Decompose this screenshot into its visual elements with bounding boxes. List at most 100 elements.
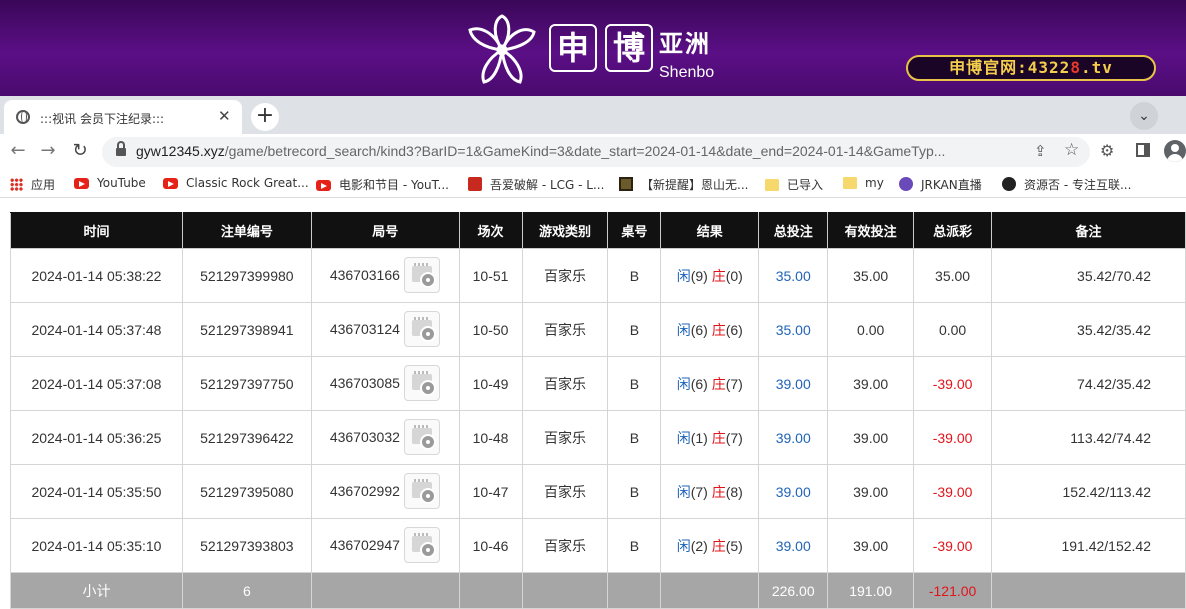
bookmark-star-icon[interactable]: ☆ bbox=[1064, 140, 1079, 160]
col-header: 注单编号 bbox=[181, 212, 312, 249]
bookmark-52pojie[interactable]: 吾爱破解 - LCG - L... bbox=[468, 176, 604, 193]
globe-icon bbox=[16, 110, 30, 124]
cell-table-no: B bbox=[607, 356, 662, 411]
page-content: 时间 注单编号 局号 场次 游戏类别 桌号 结果 总投注 有效投注 总派彩 备注… bbox=[0, 199, 1186, 609]
bookmark-movies[interactable]: 电影和节目 - YouT... bbox=[316, 176, 449, 193]
banker-score: (8) bbox=[725, 483, 743, 500]
ziyuanfou-icon bbox=[1002, 177, 1016, 191]
player-score: (1) bbox=[690, 429, 708, 446]
brand-en: Shenbo bbox=[659, 64, 715, 81]
cell-total-bet: 35.00 bbox=[758, 302, 829, 357]
bookmark-label: my bbox=[865, 176, 884, 190]
player-score: (7) bbox=[690, 483, 708, 500]
cell-game-type: 百家乐 bbox=[521, 410, 609, 465]
bookmark-imported[interactable]: 已导入 bbox=[765, 176, 823, 193]
forward-arrow-icon[interactable]: → bbox=[36, 140, 60, 161]
bookmark-label: Classic Rock Great... bbox=[186, 176, 309, 190]
banker-score: (6) bbox=[725, 321, 743, 338]
subtotal-total: 226.00 bbox=[758, 572, 829, 609]
cell-bet-id: 521297393803 bbox=[181, 518, 312, 573]
cell-total-bet: 39.00 bbox=[758, 464, 829, 519]
site-number: 4322 bbox=[1027, 58, 1071, 77]
bookmark-youtube[interactable]: YouTube bbox=[74, 176, 146, 190]
player-label: 闲 bbox=[676, 429, 691, 446]
video-replay-icon[interactable] bbox=[403, 257, 440, 293]
cell-bet-id: 521297398941 bbox=[181, 302, 312, 357]
browser-tab-active[interactable]: :::视讯 会员下注纪录::: ✕ bbox=[4, 100, 242, 134]
shenbo-logo[interactable]: 申 博 亚洲 Shenbo bbox=[462, 12, 732, 88]
apps-icon bbox=[10, 178, 23, 191]
bookmark-jrkan[interactable]: JRKAN直播 bbox=[899, 176, 982, 193]
cell-payout: -39.00 bbox=[913, 518, 993, 573]
bookmarks-bar: 应用 YouTube Classic Rock Great... 电影和节目 -… bbox=[0, 170, 1186, 198]
cell-total-bet: 35.00 bbox=[758, 248, 829, 303]
share-icon[interactable]: ⇪ bbox=[1034, 142, 1047, 160]
brand-cn: 亚洲 bbox=[659, 30, 711, 58]
col-header: 结果 bbox=[660, 212, 760, 249]
cell-round: 436703166 bbox=[310, 248, 460, 303]
col-header: 备注 bbox=[991, 212, 1186, 249]
empty-cell bbox=[607, 572, 662, 609]
cell-payout: 0.00 bbox=[913, 302, 993, 357]
bookmark-enshan[interactable]: 【新提醒】恩山无... bbox=[619, 176, 748, 193]
brand-box-shen: 申 bbox=[549, 24, 597, 72]
back-arrow-icon[interactable]: ← bbox=[6, 140, 30, 161]
bookmark-ziyuanfou[interactable]: 资源否 - 专注互联... bbox=[1002, 176, 1131, 193]
bookmark-classic-rock[interactable]: Classic Rock Great... bbox=[163, 176, 309, 190]
video-replay-icon[interactable] bbox=[403, 419, 440, 455]
youtube-icon bbox=[316, 180, 331, 191]
folder-icon bbox=[765, 179, 779, 191]
folder-icon bbox=[843, 177, 857, 189]
cell-bet-id: 521297399980 bbox=[181, 248, 312, 303]
side-panel-icon[interactable] bbox=[1136, 143, 1150, 157]
bookmark-label: YouTube bbox=[97, 176, 146, 190]
bookmark-my[interactable]: my bbox=[843, 176, 884, 190]
cell-note: 35.42/35.42 bbox=[991, 302, 1186, 357]
cell-table-no: B bbox=[607, 302, 662, 357]
banker-score: (5) bbox=[725, 537, 743, 554]
bookmark-label: 吾爱破解 - LCG - L... bbox=[490, 178, 605, 192]
reload-icon[interactable]: ↻ bbox=[68, 140, 92, 161]
address-bar[interactable]: gyw12345.xyz/game/betrecord_search/kind3… bbox=[102, 137, 1090, 167]
video-replay-icon[interactable] bbox=[403, 311, 440, 347]
cell-time: 2024-01-14 05:37:48 bbox=[10, 302, 183, 357]
subtotal-row: 小计 6 226.00 191.00 -121.00 bbox=[10, 572, 1186, 609]
subtotal-count: 6 bbox=[181, 572, 312, 609]
cell-result: 闲(7) 庄(8) bbox=[660, 464, 760, 519]
youtube-icon bbox=[163, 178, 178, 189]
subtotal-label: 小计 bbox=[10, 572, 183, 609]
extensions-puzzle-icon[interactable]: ⚙ bbox=[1100, 141, 1114, 160]
video-replay-icon[interactable] bbox=[403, 473, 440, 509]
official-site-badge[interactable]: 申博官网:43228.tv bbox=[906, 55, 1156, 81]
col-header: 局号 bbox=[310, 212, 460, 249]
cell-payout: -39.00 bbox=[913, 464, 993, 519]
round-id: 436702992 bbox=[329, 483, 400, 499]
table-row: 2024-01-14 05:37:48 521297398941 436703124… bbox=[10, 302, 1186, 357]
table-row: 2024-01-14 05:36:25 521297396422 436703032… bbox=[10, 410, 1186, 465]
video-replay-icon[interactable] bbox=[403, 365, 440, 401]
bookmark-apps[interactable]: 应用 bbox=[10, 176, 55, 193]
cell-table-no: B bbox=[607, 518, 662, 573]
cell-result: 闲(1) 庄(7) bbox=[660, 410, 760, 465]
round-id: 436703166 bbox=[329, 267, 400, 283]
cell-note: 191.42/152.42 bbox=[991, 518, 1186, 573]
banker-label: 庄 bbox=[711, 267, 726, 284]
browser-tab-strip: :::视讯 会员下注纪录::: ✕ + ⌄ bbox=[0, 96, 1186, 134]
player-score: (6) bbox=[690, 321, 708, 338]
empty-cell bbox=[458, 572, 523, 609]
new-tab-button[interactable]: + bbox=[251, 103, 279, 131]
close-tab-icon[interactable]: ✕ bbox=[218, 107, 231, 125]
col-header: 有效投注 bbox=[827, 212, 915, 249]
cell-time: 2024-01-14 05:35:10 bbox=[10, 518, 183, 573]
url-text[interactable]: gyw12345.xyz/game/betrecord_search/kind3… bbox=[136, 143, 1016, 159]
url-path: /game/betrecord_search/kind3?BarID=1&Gam… bbox=[224, 143, 946, 159]
video-replay-icon[interactable] bbox=[403, 527, 440, 563]
subtotal-valid: 191.00 bbox=[827, 572, 915, 609]
lock-icon[interactable] bbox=[116, 141, 126, 157]
profile-avatar-icon[interactable] bbox=[1164, 140, 1186, 162]
tab-search-chevron-icon[interactable]: ⌄ bbox=[1130, 102, 1158, 130]
round-id: 436702947 bbox=[329, 537, 400, 553]
cell-session: 10-49 bbox=[458, 356, 523, 411]
bookmark-label: 【新提醒】恩山无... bbox=[641, 178, 749, 192]
cell-session: 10-47 bbox=[458, 464, 523, 519]
